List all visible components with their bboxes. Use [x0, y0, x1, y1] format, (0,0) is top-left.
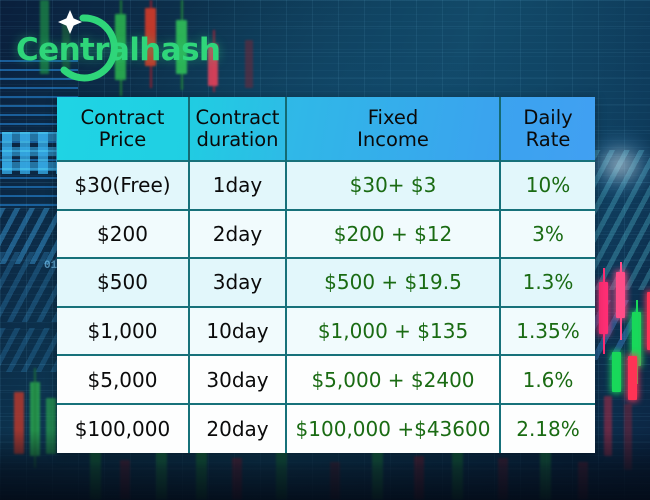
header-line: duration [196, 127, 279, 151]
header-line: Contract [195, 105, 280, 129]
cell-contract-duration: 3day [189, 257, 287, 307]
candle-body [604, 396, 612, 456]
candle-body [498, 458, 508, 500]
pricing-table: Contract Price Contract duration Fixed I… [57, 97, 595, 453]
candle-body [599, 282, 608, 334]
brand-name: Centralhash [16, 32, 221, 68]
candle-body [330, 462, 340, 500]
candle-body [632, 312, 641, 366]
column-header-contract-price: Contract Price [57, 97, 190, 161]
cell-fixed-income: $500 + $19.5 [286, 257, 501, 307]
promo-banner: 01 Centralhash Contract Price Contract d… [0, 0, 650, 500]
table-row[interactable]: $100,000 20day $100,000 +$43600 2.18% [57, 402, 595, 453]
cell-contract-price: $200 [57, 208, 190, 259]
cell-fixed-income: $1,000 + $135 [286, 305, 501, 356]
table-header-row: Contract Price Contract duration Fixed I… [57, 97, 595, 161]
candle-body [14, 392, 24, 454]
column-header-contract-duration: Contract duration [189, 97, 287, 161]
candle-wick [34, 368, 36, 468]
cell-contract-price: $1,000 [57, 305, 190, 356]
table-row[interactable]: $30(Free) 1day $30+ $3 10% [57, 160, 595, 210]
binary-digits-decoration: 01 [44, 260, 58, 272]
table-row[interactable]: $5,000 30day $5,000 + $2400 1.6% [57, 354, 595, 404]
candle-body [578, 462, 588, 500]
table-row[interactable]: $200 2day $200 + $12 3% [57, 208, 595, 259]
cell-daily-rate: 10% [500, 160, 595, 210]
column-header-fixed-income: Fixed Income [286, 97, 501, 161]
header-line: Daily [523, 105, 573, 129]
candle-body [540, 450, 551, 500]
candle-wick [636, 300, 638, 384]
sparkle-star-icon [58, 10, 82, 34]
cell-contract-duration: 20day [189, 402, 287, 453]
column-header-daily-rate: Daily Rate [500, 97, 595, 161]
candle-body [372, 448, 383, 500]
cell-daily-rate: 1.3% [500, 257, 595, 307]
table-row[interactable]: $500 3day $500 + $19.5 1.3% [57, 257, 595, 307]
candle-body [628, 356, 637, 400]
candle-body [30, 382, 40, 456]
cell-contract-duration: 10day [189, 305, 287, 356]
cell-fixed-income: $200 + $12 [286, 208, 501, 259]
candle-body [612, 352, 621, 392]
cell-contract-price: $100,000 [57, 402, 190, 453]
candle-wick [620, 262, 622, 340]
header-line: Income [357, 127, 429, 151]
candle-body [616, 272, 625, 318]
cell-fixed-income: $30+ $3 [286, 160, 501, 210]
cell-contract-duration: 30day [189, 354, 287, 404]
cell-daily-rate: 2.18% [500, 402, 595, 453]
candle-body [46, 398, 56, 454]
candle-body [156, 452, 167, 500]
header-line: Fixed [367, 105, 419, 129]
table-row[interactable]: $1,000 10day $1,000 + $135 1.35% [57, 305, 595, 356]
candle-body [624, 404, 632, 470]
candle-body [232, 458, 242, 500]
header-line: Contract [80, 105, 165, 129]
cell-daily-rate: 1.6% [500, 354, 595, 404]
header-line: Rate [525, 127, 571, 151]
cell-fixed-income: $5,000 + $2400 [286, 354, 501, 404]
candle-wick [603, 268, 605, 354]
candle-body [245, 40, 253, 88]
header-line: Price [98, 127, 147, 151]
candle-body [120, 460, 130, 500]
candle-body [90, 448, 101, 500]
cell-contract-price: $500 [57, 257, 190, 307]
candle-body [414, 456, 424, 500]
cell-daily-rate: 1.35% [500, 305, 595, 356]
cell-contract-duration: 2day [189, 208, 287, 259]
cell-daily-rate: 3% [500, 208, 595, 259]
candle-body [276, 450, 287, 500]
cell-contract-duration: 1day [189, 160, 287, 210]
cell-contract-price: $5,000 [57, 354, 190, 404]
cell-contract-price: $30(Free) [57, 160, 190, 210]
brand-logo[interactable]: Centralhash [8, 4, 221, 84]
cell-fixed-income: $100,000 +$43600 [286, 402, 501, 453]
